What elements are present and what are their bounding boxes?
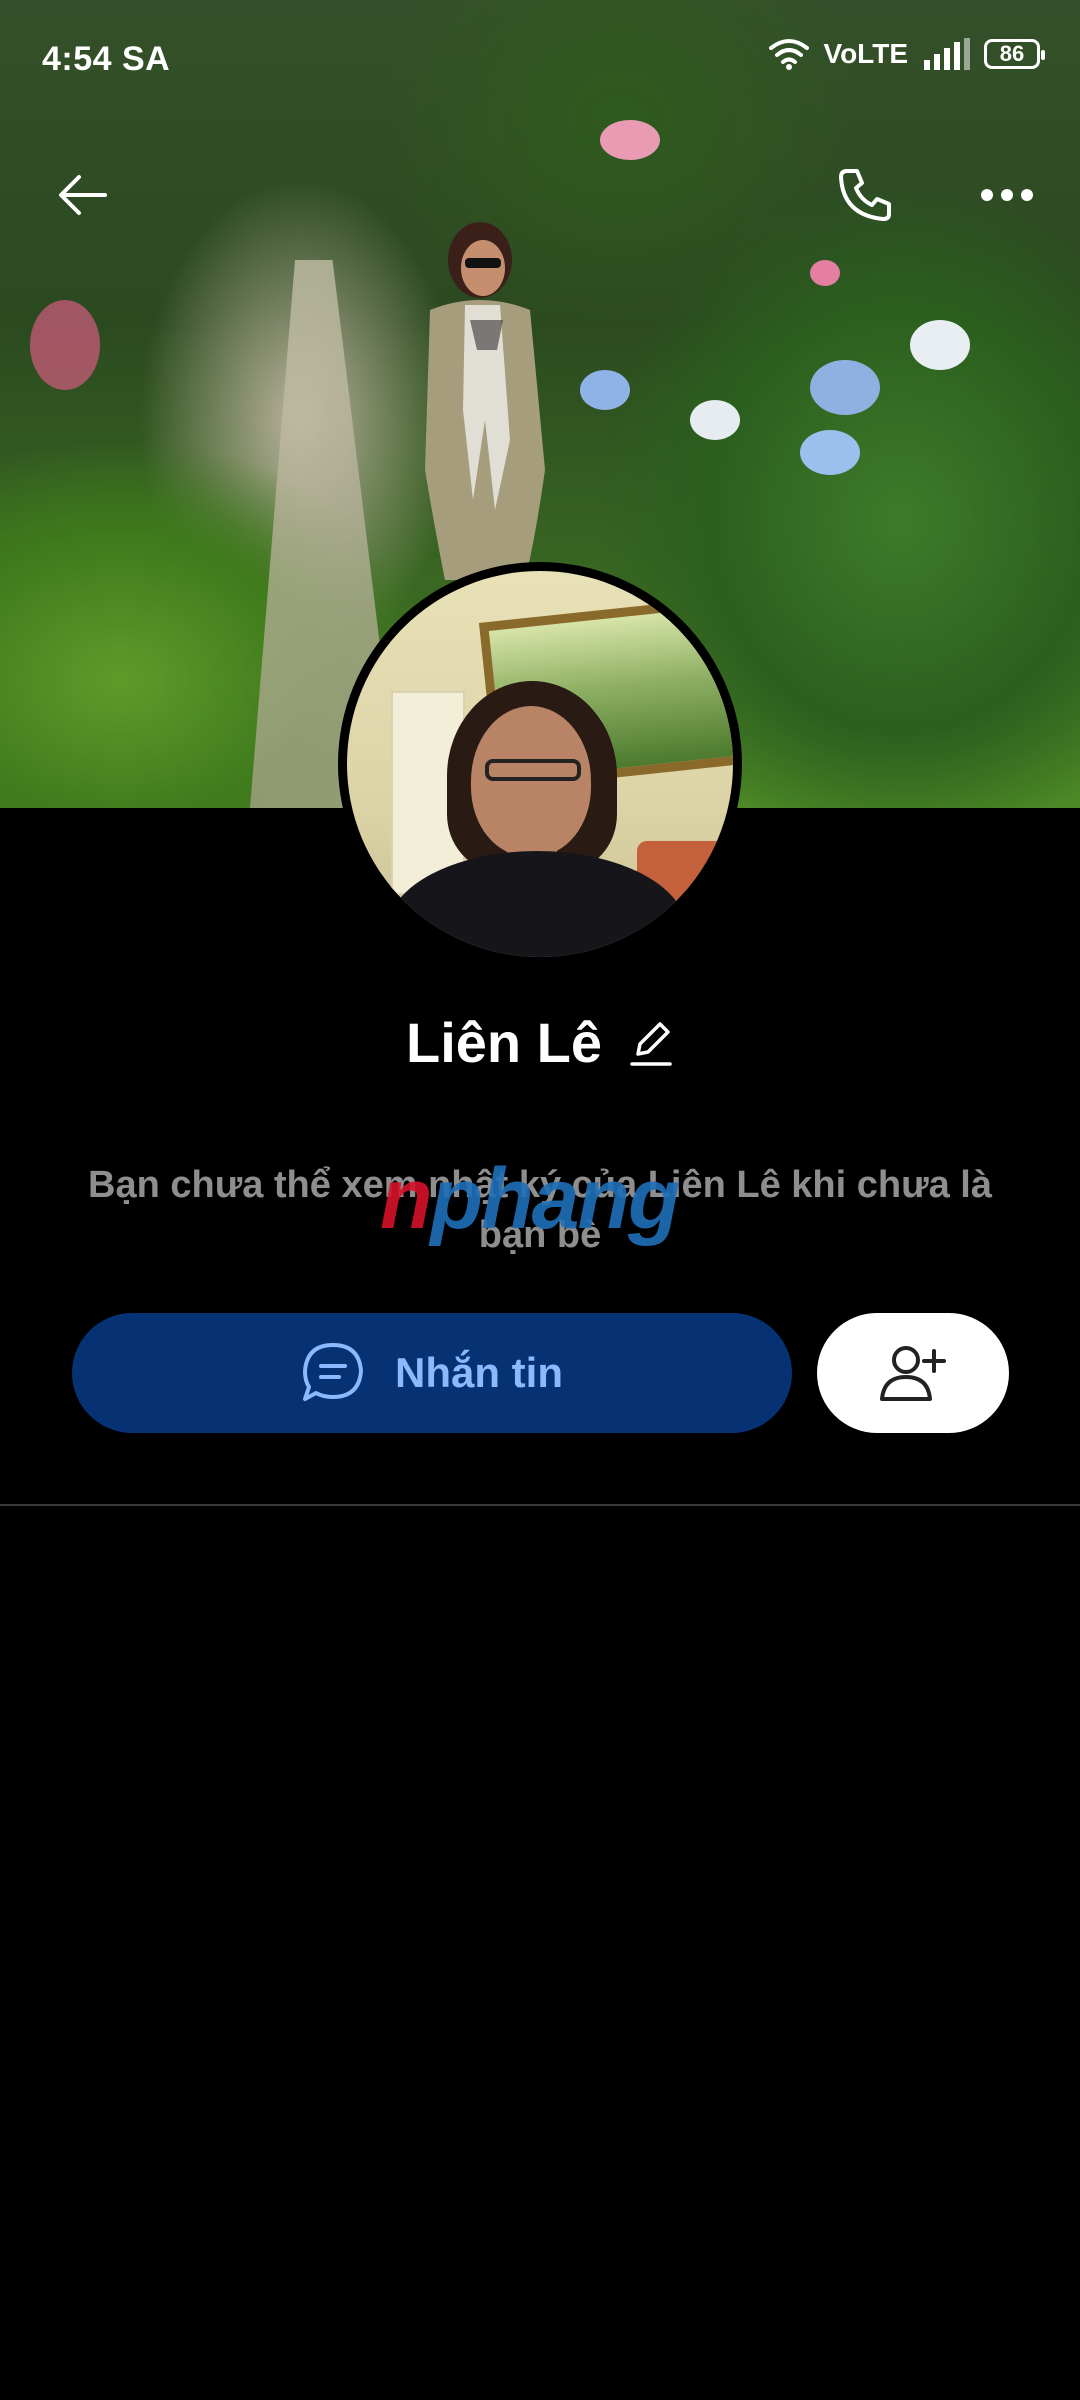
hydrangea — [800, 430, 860, 475]
message-button-label: Nhắn tin — [395, 1349, 563, 1396]
back-button[interactable] — [48, 160, 118, 230]
user-plus-icon — [880, 1346, 946, 1401]
status-indicators: VoLTE 86 — [769, 38, 1045, 70]
flower-cluster — [810, 260, 840, 286]
network-label: VoLTE — [823, 38, 908, 69]
arrow-left-icon — [59, 175, 107, 215]
cover-person — [425, 222, 545, 580]
pencil-icon[interactable] — [628, 1018, 674, 1068]
status-bar: 4:54 SA VoLTE 86 — [0, 0, 1080, 120]
add-friend-button[interactable] — [817, 1313, 1009, 1433]
signal-icon — [924, 38, 970, 70]
hydrangea — [690, 400, 740, 440]
battery-indicator: 86 — [984, 39, 1045, 69]
profile-name: Liên Lê — [405, 1011, 603, 1074]
hydrangea — [580, 370, 630, 410]
avatar-face — [471, 706, 591, 856]
status-time: 4:54 SA — [42, 40, 171, 78]
message-button[interactable]: Nhắn tin — [72, 1313, 792, 1433]
more-horizontal-icon — [981, 189, 1033, 201]
chat-bubble-icon — [303, 1343, 363, 1401]
section-divider — [0, 1504, 1080, 1506]
flower-cluster — [600, 120, 660, 160]
profile-avatar[interactable] — [338, 562, 742, 966]
watermark-part-1: n — [380, 1151, 433, 1247]
avatar-photo — [347, 571, 733, 957]
wifi-icon — [769, 39, 810, 70]
call-button[interactable] — [830, 160, 900, 230]
more-button[interactable] — [972, 160, 1042, 230]
flower-cluster — [30, 300, 100, 390]
hydrangea — [910, 320, 970, 370]
profile-name-row: Liên Lê — [0, 1010, 1080, 1075]
avatar-glasses — [485, 759, 581, 781]
watermark-part-2: phang — [430, 1151, 681, 1247]
hydrangea — [810, 360, 880, 415]
phone-icon — [839, 169, 891, 221]
watermark-logo: nphang — [380, 1150, 681, 1249]
